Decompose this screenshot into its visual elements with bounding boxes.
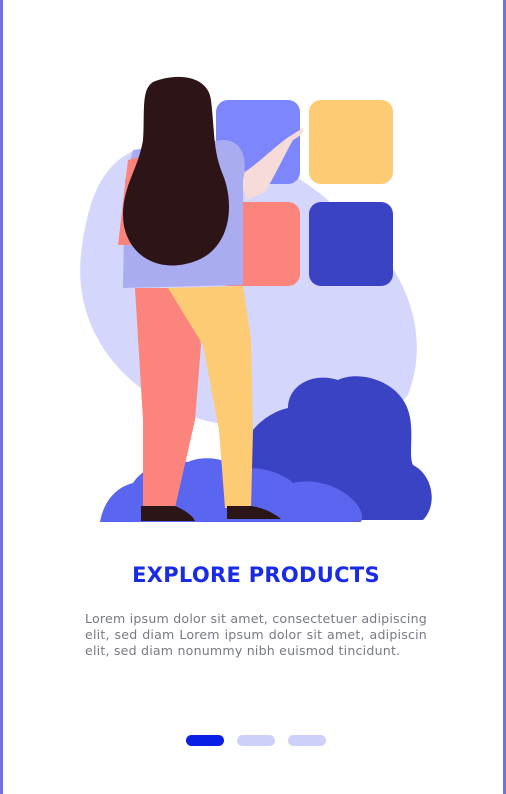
pagination-dot-1[interactable] — [186, 735, 224, 746]
description-text: Lorem ipsum dolor sit amet, consectetuer… — [85, 611, 427, 658]
onboarding-screen: EXPLORE PRODUCTS Lorem ipsum dolor sit a… — [0, 0, 506, 794]
pagination-dot-2[interactable] — [237, 735, 275, 746]
tile-yellow — [309, 100, 393, 184]
pagination-dots — [186, 735, 326, 746]
woman-arranging-product-tiles-illustration — [80, 76, 432, 522]
tile-navy — [309, 202, 393, 286]
pagination-dot-3[interactable] — [288, 735, 326, 746]
page-title: EXPLORE PRODUCTS — [132, 563, 380, 587]
hair — [123, 76, 230, 266]
